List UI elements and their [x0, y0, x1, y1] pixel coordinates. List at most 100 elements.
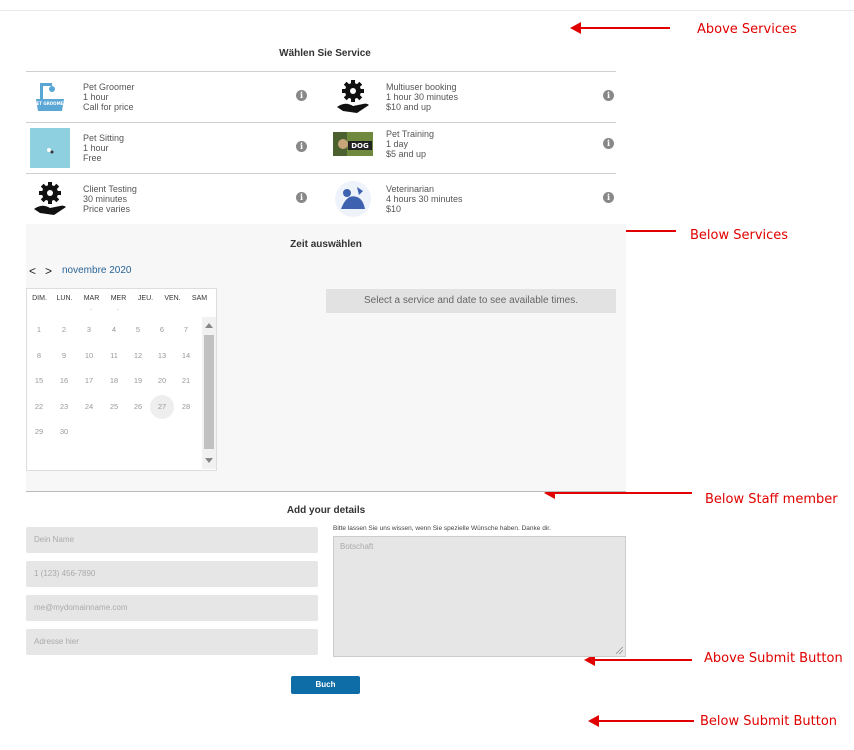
month-nav: < >: [29, 264, 61, 278]
arrow-icon: [584, 654, 692, 666]
calendar-day[interactable]: 2: [52, 318, 76, 342]
service-multiuser-booking[interactable]: Multiuser booking 1 hour 30 minutes $10 …: [329, 71, 624, 122]
calendar-day[interactable]: 1: [27, 318, 51, 342]
submit-button[interactable]: Buch: [291, 676, 360, 694]
weekday-dot: .: [117, 305, 119, 312]
calendar-day[interactable]: 18: [102, 369, 126, 393]
message-textarea[interactable]: Botschaft: [333, 536, 626, 657]
weekday: MAR: [83, 295, 100, 302]
service-duration: 1 day: [386, 139, 409, 149]
veterinarian-image: [333, 179, 373, 219]
weekday: VEN.: [164, 295, 181, 302]
service-pet-training[interactable]: DOG Pet Training 1 day $5 and up i: [329, 122, 624, 173]
calendar-day[interactable]: 28: [174, 395, 198, 419]
calendar-day[interactable]: 23: [52, 395, 76, 419]
address-field[interactable]: Adresse hier: [26, 629, 318, 655]
next-month-button[interactable]: >: [45, 264, 61, 278]
annotation-below-submit: Below Submit Button: [700, 714, 838, 729]
service-duration: 1 hour: [83, 143, 109, 153]
weekday: MER: [110, 295, 127, 302]
prev-month-button[interactable]: <: [29, 264, 45, 278]
calendar-day[interactable]: 3: [77, 318, 101, 342]
calendar-day[interactable]: 27: [150, 394, 174, 419]
service-price: $10: [386, 204, 402, 214]
calendar-day[interactable]: 17: [77, 369, 101, 393]
calendar-day[interactable]: 14: [174, 344, 198, 368]
service-price: Free: [83, 153, 102, 163]
service-pet-sitting[interactable]: Pet Sitting 1 hour Free i: [26, 122, 321, 173]
scroll-up-icon[interactable]: [205, 323, 213, 328]
service-name: Pet Groomer: [83, 82, 135, 92]
info-icon[interactable]: i: [296, 90, 307, 101]
service-name: Pet Training: [386, 129, 435, 139]
phone-field[interactable]: 1 (123) 456-7890: [26, 561, 318, 587]
calendar-day[interactable]: 21: [174, 369, 198, 393]
service-pet-groomer[interactable]: PET GROOMER Pet Groomer 1 hour Call for …: [26, 71, 321, 122]
calendar-day[interactable]: 19: [126, 369, 150, 393]
calendar-day[interactable]: 25: [102, 395, 126, 419]
info-icon[interactable]: i: [296, 141, 307, 152]
service-duration: 4 hours 30 minutes: [386, 194, 463, 204]
email-field[interactable]: me@mydomainname.com: [26, 595, 318, 621]
info-icon[interactable]: i: [296, 192, 307, 203]
info-icon[interactable]: i: [603, 138, 614, 149]
calendar-day[interactable]: 9: [52, 344, 76, 368]
calendar-day[interactable]: 5: [126, 318, 150, 342]
training-thumb-text: DOG: [351, 142, 369, 150]
service-name: Client Testing: [83, 184, 137, 194]
gear-hand-icon: [333, 77, 373, 117]
calendar-day[interactable]: 26: [126, 395, 150, 419]
time-section: Zeit auswählen < > novembre 2020 DIM. LUN…: [26, 224, 626, 491]
service-price: $10 and up: [386, 102, 432, 112]
message-hint: Bitte lassen Sie uns wissen, wenn Sie sp…: [333, 525, 551, 532]
month-label: novembre 2020: [62, 265, 132, 276]
staff-divider: [26, 491, 626, 492]
message-placeholder: Botschaft: [340, 542, 374, 551]
service-veterinarian[interactable]: Veterinarian 4 hours 30 minutes $10 i: [329, 173, 624, 224]
annotation-above-services: Above Services: [697, 22, 797, 37]
gear-hand-icon: [30, 179, 70, 219]
arrow-icon: [570, 22, 670, 34]
arrow-icon: [544, 487, 692, 499]
service-name: Multiuser booking: [386, 82, 457, 92]
calendar-day[interactable]: 11: [102, 344, 126, 368]
calendar-scrollbar[interactable]: [202, 317, 216, 469]
calendar-day[interactable]: 30: [52, 420, 76, 444]
annotation-above-submit: Above Submit Button: [704, 651, 843, 666]
resize-handle-icon[interactable]: [616, 647, 623, 654]
service-client-testing[interactable]: Client Testing 30 minutes Price varies i: [26, 173, 321, 224]
service-price: Call for price: [83, 102, 134, 112]
pet-sitting-image: [30, 128, 70, 168]
service-duration: 1 hour 30 minutes: [386, 92, 459, 102]
calendar-day[interactable]: 6: [150, 318, 174, 342]
calendar: DIM. LUN. MAR MER JEU. VEN. SAM . . 1234…: [26, 288, 217, 471]
calendar-day[interactable]: 7: [174, 318, 198, 342]
calendar-day[interactable]: 20: [150, 369, 174, 393]
top-divider: [0, 10, 854, 11]
calendar-day[interactable]: 13: [150, 344, 174, 368]
scroll-down-icon[interactable]: [205, 458, 213, 463]
service-price: Price varies: [83, 204, 131, 214]
calendar-day[interactable]: 12: [126, 344, 150, 368]
arrow-icon: [588, 715, 694, 727]
service-duration: 1 hour: [83, 92, 109, 102]
service-name: Pet Sitting: [83, 133, 125, 143]
calendar-day[interactable]: 24: [77, 395, 101, 419]
calendar-day[interactable]: 15: [27, 369, 51, 393]
service-name: Veterinarian: [386, 184, 435, 194]
name-field[interactable]: Dein Name: [26, 527, 318, 553]
calendar-day[interactable]: 22: [27, 395, 51, 419]
scroll-thumb[interactable]: [204, 335, 214, 449]
calendar-day[interactable]: 10: [77, 344, 101, 368]
weekday: DIM.: [32, 295, 47, 302]
calendar-day[interactable]: 4: [102, 318, 126, 342]
annotation-below-services: Below Services: [690, 228, 789, 243]
services-title: Wählen Sie Service: [279, 48, 371, 59]
calendar-day[interactable]: 16: [52, 369, 76, 393]
details-title: Add your details: [286, 505, 366, 516]
calendar-day[interactable]: 29: [27, 420, 51, 444]
info-icon[interactable]: i: [603, 192, 614, 203]
calendar-day[interactable]: 8: [27, 344, 51, 368]
services-list: PET GROOMER Pet Groomer 1 hour Call for …: [26, 71, 616, 225]
info-icon[interactable]: i: [603, 90, 614, 101]
